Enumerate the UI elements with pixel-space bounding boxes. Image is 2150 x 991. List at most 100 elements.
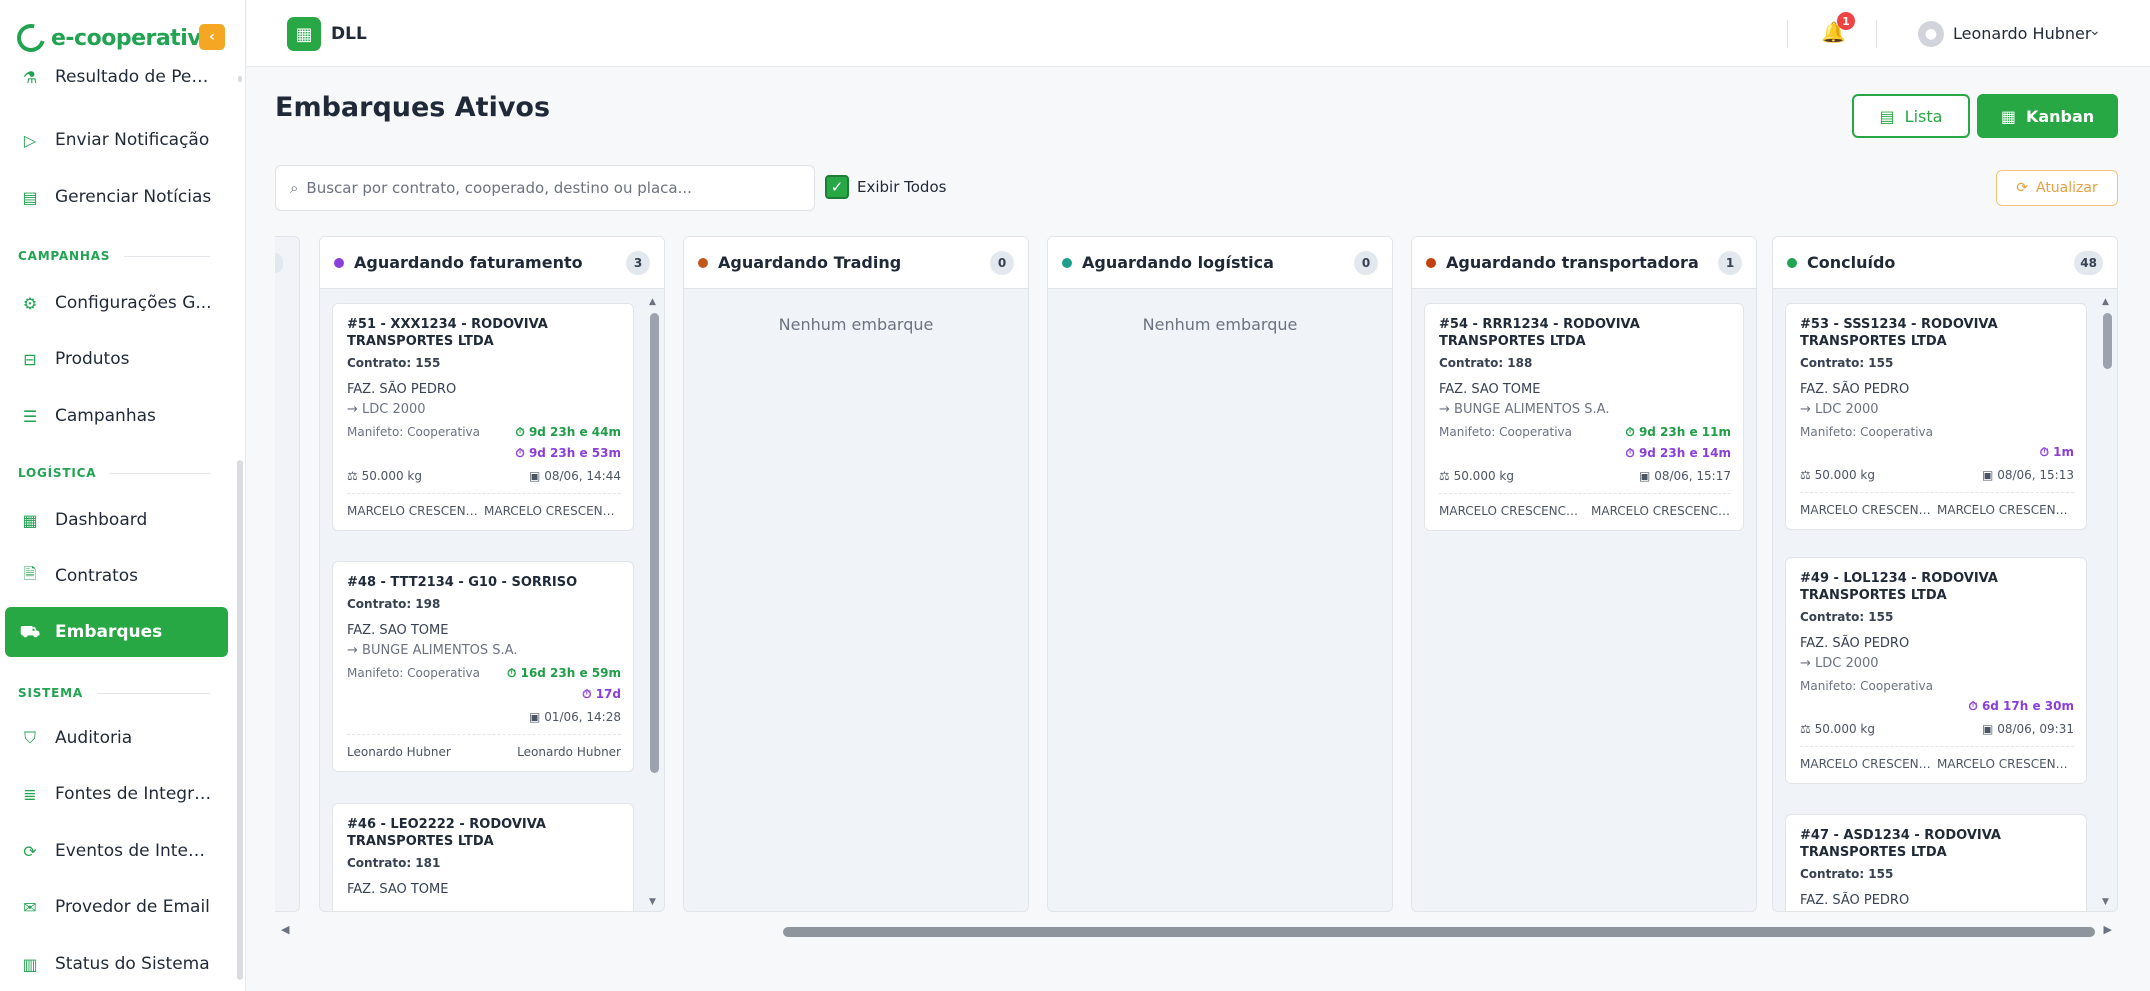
calendar-icon: ▣ — [1982, 722, 1994, 736]
weight-icon: ⚖ — [1800, 722, 1811, 736]
card-updater: MARCELO CRESCENCIO... — [1591, 504, 1731, 518]
board-horizontal-scrollbar[interactable]: ◀ ▶ — [275, 923, 2118, 940]
collapse-sidebar-button[interactable]: ‹ — [199, 24, 225, 50]
sidebar-scroll-arrow[interactable] — [238, 76, 242, 82]
shipment-card[interactable]: #47 - ASD1234 - RODOVIVA TRANSPORTES LTD… — [1785, 814, 2087, 911]
column-count-badge: 1 — [1718, 251, 1742, 275]
user-name[interactable]: Leonardo Hubner — [1953, 24, 2091, 43]
timer-purple: ⏱ 9d 23h e 53m — [515, 446, 621, 461]
column-scrollbar[interactable]: ▲ ▼ — [2102, 297, 2112, 907]
gear-icon: ⚙ — [22, 293, 38, 313]
card-manifest: Manifeto: Cooperativa — [347, 425, 481, 439]
sidebar-item-gerenciar-noticias[interactable]: ▤ Gerenciar Notícias — [5, 172, 228, 222]
page-title: Embarques Ativos — [275, 92, 551, 123]
scroll-up-arrow-icon[interactable]: ▲ — [649, 297, 656, 307]
section-logistica: LOGÍSTICA — [18, 466, 210, 480]
card-weight: ⚖ 50.000 kg — [1439, 469, 1514, 483]
sidebar-item-dashboard[interactable]: ▦ Dashboard — [5, 495, 228, 545]
sidebar-item-auditoria[interactable]: ⛉ Auditoria — [5, 713, 228, 763]
scroll-thumb[interactable] — [2103, 313, 2112, 369]
kanban-column-concluido: Concluído 48 #53 - SSS1234 - RODOVIVA TR… — [1772, 236, 2118, 912]
clock-icon: ⏱ — [1968, 699, 1978, 713]
card-contract: Contrato: 181 — [347, 856, 441, 870]
list-view-button[interactable]: ▤ Lista — [1852, 94, 1970, 138]
search-box: ⌕ — [275, 165, 815, 211]
sidebar-item-campanhas[interactable]: ☰ Campanhas — [5, 391, 228, 441]
sidebar-item-label: Enviar Notificação — [55, 130, 210, 150]
show-all-toggle[interactable]: ✓ Exibir Todos — [825, 175, 946, 199]
timer-green-value: 16d 23h e 59m — [520, 666, 621, 680]
avatar[interactable]: ● — [1918, 21, 1944, 47]
sidebar-item-label: Contratos — [55, 566, 139, 586]
card-updater: Leonardo Hubner — [517, 745, 621, 759]
column-header: Aguardando transportadora 1 — [1412, 237, 1756, 289]
sidebar-item-eventos-integracao[interactable]: ⟳ Eventos de Integr... — [5, 826, 228, 876]
sidebar: e-cooperativa ‹ ⚗ Resultado de Pes... ▷ … — [0, 0, 246, 991]
scroll-left-arrow-icon[interactable]: ◀ — [281, 923, 289, 936]
timer-green: ⏱ 9d 23h e 11m — [1625, 425, 1731, 440]
show-all-checkbox[interactable]: ✓ — [825, 175, 849, 199]
scroll-thumb[interactable] — [650, 313, 659, 773]
notification-badge: 1 — [1837, 12, 1855, 30]
card-origin: FAZ. SAO TOME — [347, 623, 449, 638]
column-count-badge: 48 — [2074, 251, 2103, 275]
sidebar-item-label: Auditoria — [55, 728, 133, 748]
card-destination: → BUNGE ALIMENTOS S.A. — [347, 643, 518, 658]
shipment-card[interactable]: #53 - SSS1234 - RODOVIVA TRANSPORTES LTD… — [1785, 303, 2087, 530]
card-origin: FAZ. SÃO PEDRO — [1800, 636, 1910, 651]
chevron-down-icon[interactable]: ⌄ — [2089, 23, 2101, 39]
card-date: ▣ 08/06, 15:17 — [1639, 469, 1731, 483]
shipment-card[interactable]: #49 - LOL1234 - RODOVIVA TRANSPORTES LTD… — [1785, 557, 2087, 784]
clock-icon: ⏱ — [507, 666, 517, 680]
scroll-up-arrow-icon[interactable]: ▲ — [2102, 297, 2109, 307]
sidebar-scrollbar[interactable] — [237, 460, 243, 980]
sidebar-item-resultado[interactable]: ⚗ Resultado de Pes... — [5, 62, 228, 102]
sidebar-item-enviar-notificacao[interactable]: ▷ Enviar Notificação — [5, 115, 228, 165]
column-header: Aguardando logística 0 — [1048, 237, 1392, 289]
shipment-card[interactable]: #54 - RRR1234 - RODOVIVA TRANSPORTES LTD… — [1424, 303, 1744, 531]
date-value: 08/06, 09:31 — [1997, 722, 2074, 736]
card-weight: ⚖ 50.000 kg — [1800, 468, 1875, 482]
card-title: #51 - XXX1234 - RODOVIVA TRANSPORTES LTD… — [347, 317, 548, 349]
search-input[interactable] — [306, 179, 787, 197]
sidebar-item-contratos[interactable]: 🗎 Contratos — [5, 551, 228, 601]
card-title: #49 - LOL1234 - RODOVIVA TRANSPORTES LTD… — [1800, 571, 1998, 603]
empty-column-message: Nenhum embarque — [1142, 315, 1298, 334]
brand-name: e-cooperativa — [51, 25, 216, 51]
dashboard-icon: ▦ — [22, 510, 38, 530]
calendar-icon: ▣ — [1639, 469, 1651, 483]
sidebar-item-provedor-email[interactable]: ✉ Provedor de Email — [5, 882, 228, 932]
sidebar-item-produtos[interactable]: ⊟ Produtos — [5, 334, 228, 384]
sidebar-item-embarques[interactable]: ⛟ Embarques — [5, 607, 228, 657]
scroll-down-arrow-icon[interactable]: ▼ — [2102, 897, 2109, 907]
column-header: Aguardando faturamento 3 — [320, 237, 664, 289]
card-manifest: Manifeto: Cooperativa — [347, 666, 481, 680]
card-weight: ⚖ 50.000 kg — [347, 469, 422, 483]
timer-purple-value: 17d — [595, 687, 621, 701]
status-dot — [698, 257, 708, 268]
column-header: Concluído 48 — [1773, 237, 2117, 289]
card-title: #54 - RRR1234 - RODOVIVA TRANSPORTES LTD… — [1439, 317, 1640, 349]
date-value: 08/06, 14:44 — [544, 469, 621, 483]
card-origin: FAZ. SÃO PEDRO — [1800, 382, 1910, 397]
shipment-card[interactable]: #51 - XXX1234 - RODOVIVA TRANSPORTES LTD… — [332, 303, 634, 531]
kanban-view-button[interactable]: ▦ Kanban — [1977, 94, 2118, 138]
shield-icon: ⛉ — [23, 728, 36, 747]
sidebar-item-fontes-integracao[interactable]: ≣ Fontes de Integra... — [5, 769, 228, 819]
sidebar-item-status-sistema[interactable]: ▥ Status do Sistema — [5, 939, 228, 989]
scroll-down-arrow-icon[interactable]: ▼ — [649, 897, 656, 907]
shipment-card[interactable]: #48 - TTT2134 - G10 - SORRISO Contrato: … — [332, 561, 634, 772]
clock-icon: ⏱ — [1625, 425, 1635, 439]
timer-purple: ⏱ 9d 23h e 14m — [1625, 446, 1731, 461]
column-scrollbar[interactable]: ▲ ▼ — [649, 297, 659, 907]
show-all-label: Exibir Todos — [857, 178, 947, 196]
sidebar-item-configuracoes[interactable]: ⚙ Configurações G... — [5, 278, 228, 328]
refresh-button[interactable]: ⟳ Atualizar — [1996, 170, 2118, 206]
clock-icon: ⏱ — [582, 687, 592, 701]
chevron-left-icon: ‹ — [209, 29, 215, 45]
divider — [1787, 20, 1788, 48]
shipment-card[interactable]: #46 - LEO2222 - RODOVIVA TRANSPORTES LTD… — [332, 803, 634, 911]
scroll-thumb[interactable] — [783, 927, 2095, 937]
card-updater: MARCELO CRESCENCI... — [484, 504, 621, 518]
scroll-right-arrow-icon[interactable]: ▶ — [2104, 923, 2112, 936]
